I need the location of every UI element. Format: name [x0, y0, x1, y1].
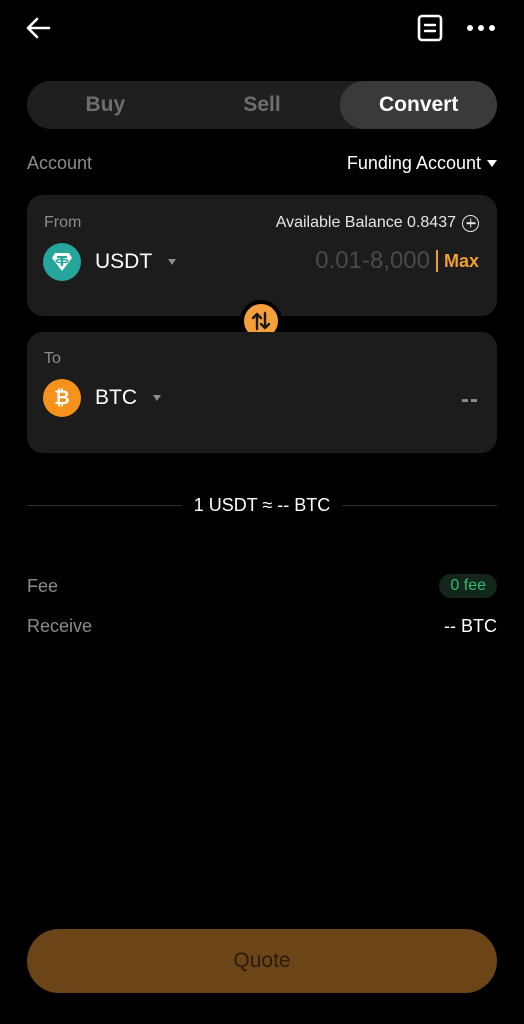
from-label: From — [44, 214, 82, 231]
bitcoin-icon: ₿ — [43, 379, 81, 417]
text-cursor — [435, 250, 438, 272]
back-button[interactable] — [22, 12, 54, 44]
fee-label: Fee — [27, 575, 59, 596]
document-icon — [417, 14, 443, 42]
fee-row: Fee 0 fee — [27, 572, 497, 600]
trade-mode-tabs: Buy Sell Convert — [27, 81, 498, 129]
tab-convert[interactable]: Convert — [340, 81, 498, 129]
exchange-rate-text: 1 USDT ≈ -- BTC — [193, 494, 331, 515]
account-value: Funding Account — [346, 152, 481, 173]
amount-area: Max — [269, 247, 479, 275]
to-coin-name: BTC — [95, 386, 137, 409]
swap-arrows-icon — [251, 311, 271, 331]
to-amount-value: -- — [461, 386, 479, 413]
tab-buy[interactable]: Buy — [27, 81, 184, 129]
add-funds-icon[interactable] — [462, 214, 479, 232]
fee-badge: 0 fee — [439, 574, 497, 598]
caret-down-icon — [168, 259, 177, 265]
receive-value: -- BTC — [444, 615, 497, 636]
caret-down-icon — [487, 159, 497, 167]
available-balance: Available Balance 0.8437 — [276, 214, 479, 232]
exchange-rate-row: 1 USDT ≈ -- BTC — [27, 493, 497, 517]
back-arrow-icon — [26, 17, 51, 39]
from-card: From Available Balance 0.8437 USDT Max — [27, 195, 497, 316]
more-dots-icon — [467, 25, 495, 31]
account-row: Account Funding Account — [27, 150, 497, 176]
receive-label: Receive — [27, 615, 93, 636]
order-history-button[interactable] — [414, 12, 446, 44]
top-bar — [0, 0, 524, 56]
caret-down-icon — [153, 395, 161, 401]
account-label: Account — [27, 152, 93, 173]
max-button[interactable]: Max — [444, 251, 479, 272]
tether-icon — [43, 243, 81, 281]
to-coin-selector[interactable]: ₿ BTC — [43, 379, 161, 417]
divider-right — [342, 504, 497, 506]
receive-row: Receive -- BTC — [27, 612, 497, 640]
to-card: To ₿ BTC -- — [27, 332, 497, 453]
tab-sell[interactable]: Sell — [184, 81, 341, 129]
from-coin-name: USDT — [95, 250, 153, 273]
from-coin-selector[interactable]: USDT — [43, 243, 177, 281]
balance-text: Available Balance 0.8437 — [275, 214, 456, 231]
svg-text:₿: ₿ — [54, 388, 69, 409]
amount-input[interactable] — [269, 247, 430, 275]
quote-button[interactable]: Quote — [27, 929, 497, 993]
account-selector[interactable]: Funding Account — [347, 153, 497, 174]
divider-left — [27, 504, 182, 506]
to-label: To — [44, 350, 61, 367]
more-options-button[interactable] — [464, 12, 498, 44]
